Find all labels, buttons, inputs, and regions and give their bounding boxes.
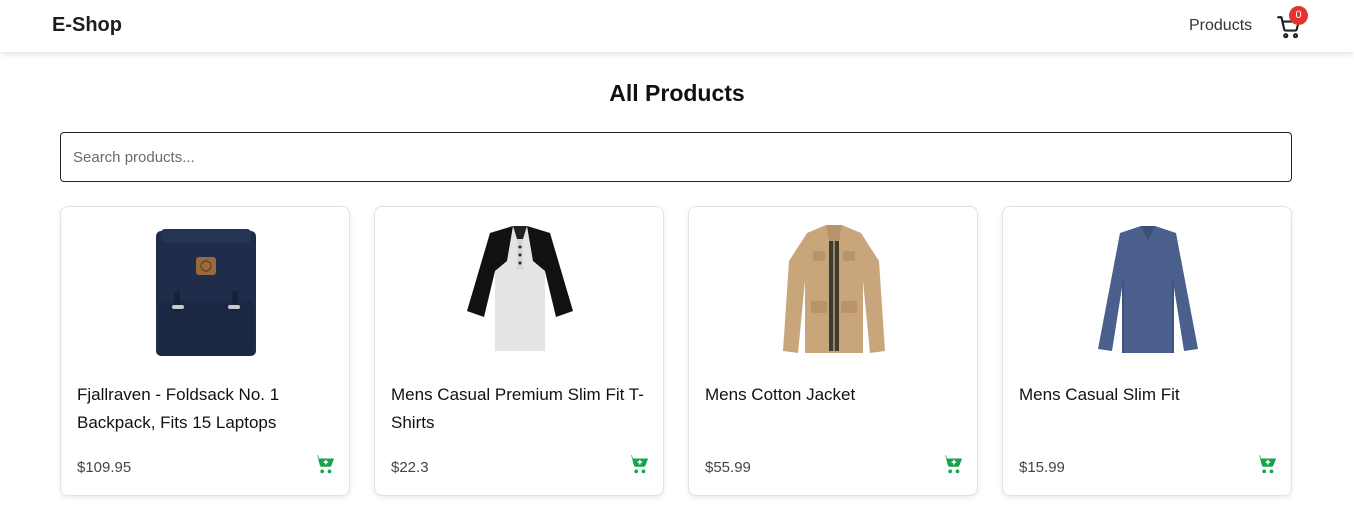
- product-grid: Fjallraven - Foldsack No. 1 Backpack, Fi…: [60, 206, 1292, 496]
- product-title: Mens Casual Slim Fit: [1019, 385, 1180, 404]
- product-card[interactable]: Mens Cotton Jacket $55.99: [688, 206, 978, 496]
- add-to-cart-icon[interactable]: [313, 453, 335, 475]
- backpack-product-image: [156, 229, 256, 356]
- product-price: $15.99: [1019, 459, 1065, 476]
- brand-logo[interactable]: E-Shop: [52, 14, 122, 37]
- product-price: $22.3: [391, 459, 429, 476]
- navbar: E-Shop Products 0: [0, 0, 1354, 52]
- nav-products-link[interactable]: Products: [1189, 17, 1252, 35]
- product-card[interactable]: Fjallraven - Foldsack No. 1 Backpack, Fi…: [60, 206, 350, 496]
- page-title: All Products: [609, 80, 745, 106]
- product-title: Mens Cotton Jacket: [705, 385, 856, 404]
- search-input[interactable]: [60, 132, 1292, 182]
- add-to-cart-icon[interactable]: [627, 453, 649, 475]
- cotton-jacket-product-image: [783, 225, 885, 353]
- product-price: $109.95: [77, 459, 132, 476]
- product-title: Mens Casual Premium Slim Fit T-Shirts: [391, 385, 644, 432]
- raglan-tshirt-product-image: [467, 226, 573, 351]
- long-sleeve-shirt-product-image: [1098, 226, 1198, 353]
- product-card[interactable]: Mens Casual Premium Slim Fit T-Shirts $2…: [374, 206, 664, 496]
- cart-count-badge: 0: [1289, 6, 1308, 25]
- product-card[interactable]: Mens Casual Slim Fit $15.99: [1002, 206, 1292, 496]
- add-to-cart-icon[interactable]: [1255, 453, 1277, 475]
- add-to-cart-icon[interactable]: [941, 453, 963, 475]
- product-price: $55.99: [705, 459, 751, 476]
- product-title: Fjallraven - Foldsack No. 1 Backpack, Fi…: [77, 385, 280, 432]
